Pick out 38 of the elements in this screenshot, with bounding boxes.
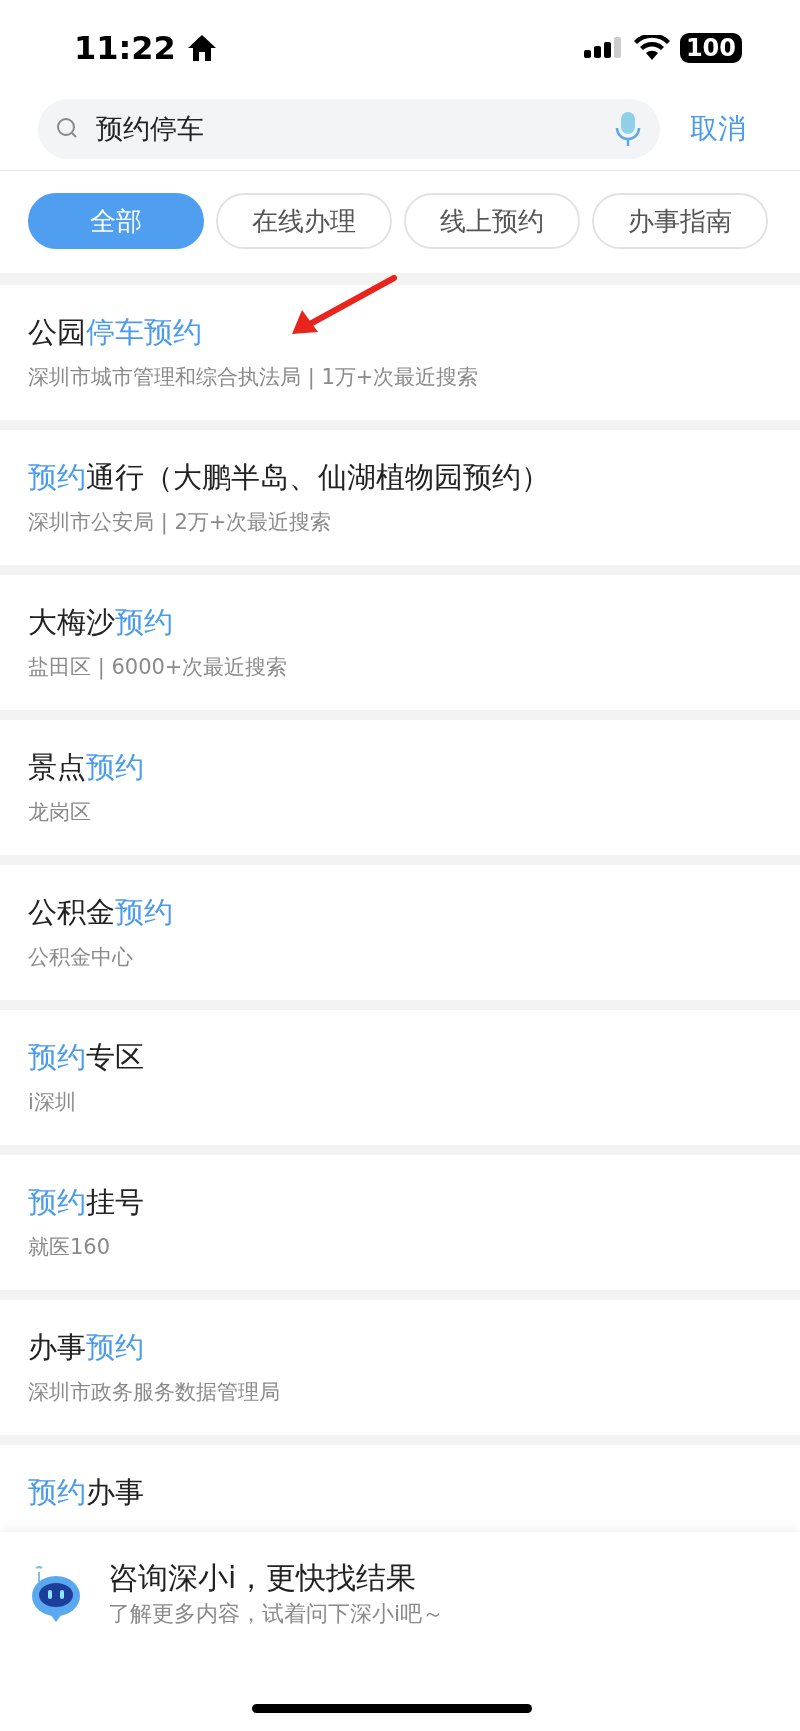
result-card[interactable]: 预约办事 bbox=[0, 1445, 800, 1532]
result-card[interactable]: 办事预约 深圳市政务服务数据管理局 bbox=[0, 1300, 800, 1435]
result-source: 龙岗区 bbox=[28, 799, 92, 826]
signal-icon bbox=[583, 36, 624, 60]
result-card[interactable]: 公园停车预约 深圳市城市管理和综合执法局 | 1万+次最近搜索 bbox=[0, 285, 800, 420]
result-source: 公积金中心 bbox=[28, 944, 134, 971]
filter-tab[interactable]: 在线办理 bbox=[216, 193, 392, 249]
result-source: i深圳 bbox=[28, 1089, 77, 1116]
result-card[interactable]: 大梅沙预约 盐田区 | 6000+次最近搜索 bbox=[0, 575, 800, 710]
result-source: 深圳市公安局 | 2万+次最近搜索 bbox=[28, 509, 333, 536]
result-title: 公园停车预约 bbox=[28, 314, 203, 351]
assistant-title: 咨询深小i，更快找结果 bbox=[108, 1559, 418, 1597]
result-source: 就医160 bbox=[28, 1234, 112, 1261]
result-card[interactable]: 预约通行（大鹏半岛、仙湖植物园预约） 深圳市公安局 | 2万+次最近搜索 bbox=[0, 430, 800, 565]
battery-level: 100 bbox=[679, 33, 742, 63]
assistant-subtitle: 了解更多内容，试着问下深小i吧～ bbox=[108, 1600, 445, 1628]
status-time: 11:22 bbox=[74, 29, 176, 67]
result-source: 深圳市政务服务数据管理局 bbox=[28, 1379, 281, 1406]
result-card[interactable]: 预约专区 i深圳 bbox=[0, 1010, 800, 1145]
microphone-icon[interactable] bbox=[614, 110, 642, 148]
wifi-icon bbox=[633, 35, 670, 61]
filter-tab[interactable]: 办事指南 bbox=[592, 193, 768, 249]
result-source: 深圳市城市管理和综合执法局 | 1万+次最近搜索 bbox=[28, 364, 480, 391]
filter-tab[interactable]: 线上预约 bbox=[404, 193, 580, 249]
result-title: 预约挂号 bbox=[28, 1184, 145, 1221]
result-title: 办事预约 bbox=[28, 1329, 145, 1366]
result-title: 预约专区 bbox=[28, 1039, 145, 1076]
result-card[interactable]: 公积金预约 公积金中心 bbox=[0, 865, 800, 1000]
result-title: 预约通行（大鹏半岛、仙湖植物园预约） bbox=[28, 459, 551, 496]
result-card[interactable]: 预约挂号 就医160 bbox=[0, 1155, 800, 1290]
assistant-panel[interactable]: 咨询深小i，更快找结果 了解更多内容，试着问下深小i吧～ bbox=[0, 1532, 800, 1731]
result-card[interactable]: 景点预约 龙岗区 bbox=[0, 720, 800, 855]
result-title: 景点预约 bbox=[28, 749, 145, 786]
search-field[interactable]: 预约停车 bbox=[38, 99, 660, 159]
result-title: 大梅沙预约 bbox=[28, 604, 174, 641]
result-source: 盐田区 | 6000+次最近搜索 bbox=[28, 654, 289, 681]
result-title: 预约办事 bbox=[28, 1474, 145, 1511]
result-title: 公积金预约 bbox=[28, 894, 174, 931]
